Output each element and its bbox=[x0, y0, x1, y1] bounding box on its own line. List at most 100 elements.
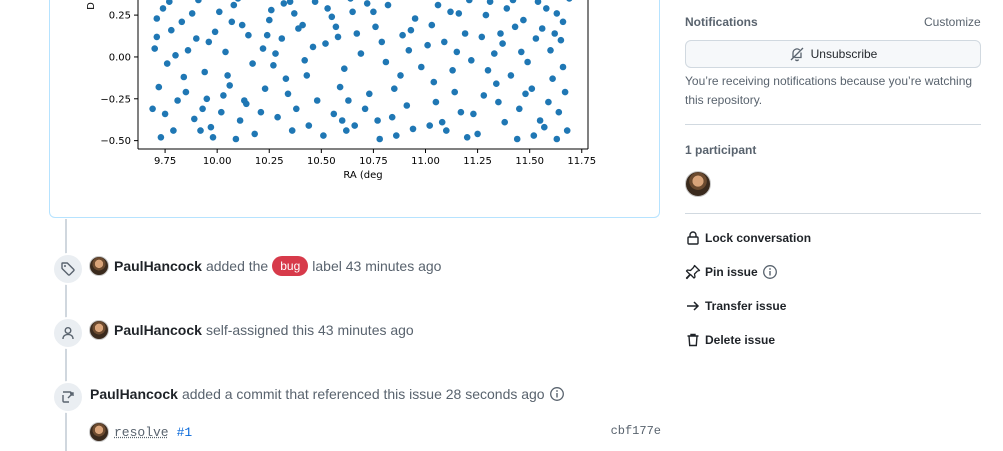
delete-issue-button[interactable]: Delete issue bbox=[685, 332, 775, 348]
avatar[interactable] bbox=[89, 320, 109, 340]
customize-link[interactable]: Customize bbox=[924, 15, 981, 29]
data-point bbox=[545, 98, 552, 106]
data-point bbox=[511, 23, 519, 31]
data-point bbox=[338, 117, 346, 124]
data-point bbox=[474, 130, 481, 138]
commit-sha[interactable]: cbf177e bbox=[611, 424, 661, 438]
event-author[interactable]: PaulHancock bbox=[114, 258, 202, 274]
lock-conversation-button[interactable]: Lock conversation bbox=[685, 230, 811, 246]
data-point bbox=[559, 18, 567, 26]
data-point bbox=[501, 118, 509, 126]
data-point bbox=[566, 0, 573, 2]
data-point bbox=[193, 35, 200, 42]
data-point bbox=[528, 85, 536, 92]
data-point bbox=[345, 97, 352, 104]
data-point bbox=[155, 83, 163, 91]
data-point bbox=[484, 67, 492, 74]
data-point bbox=[172, 52, 179, 59]
transfer-issue-button[interactable]: Transfer issue bbox=[685, 298, 786, 314]
data-point bbox=[174, 97, 181, 104]
x-tick-label: 11.50 bbox=[515, 156, 544, 167]
data-point bbox=[245, 31, 252, 39]
data-point bbox=[357, 50, 365, 57]
data-point bbox=[403, 102, 411, 109]
data-point bbox=[203, 95, 211, 103]
data-point bbox=[195, 0, 202, 4]
data-point bbox=[407, 26, 415, 34]
event-author[interactable]: PaulHancock bbox=[114, 322, 202, 338]
data-point bbox=[220, 92, 227, 99]
scatter-chart: 9.75 10.00 10.25 10.50 10.75 11.00 11.25 11.50 1… bbox=[86, 0, 596, 181]
data-point bbox=[428, 21, 436, 29]
data-point bbox=[341, 65, 348, 72]
data-point bbox=[149, 105, 156, 113]
data-point bbox=[224, 72, 231, 79]
pin-issue-button[interactable]: Pin issue bbox=[685, 264, 778, 280]
data-point bbox=[551, 30, 558, 37]
data-point bbox=[522, 90, 529, 98]
arrow-right-icon bbox=[685, 298, 701, 314]
data-point bbox=[418, 63, 425, 71]
avatar[interactable] bbox=[89, 256, 109, 276]
participant-avatar[interactable] bbox=[685, 171, 711, 197]
pin-label: Pin issue bbox=[705, 265, 758, 279]
data-point bbox=[549, 75, 556, 82]
issue-reference-link[interactable]: #1 bbox=[177, 425, 193, 440]
data-point bbox=[235, 0, 241, 2]
data-point bbox=[311, 0, 319, 5]
data-point bbox=[547, 47, 554, 54]
notification-reason: You’re receiving notifications because y… bbox=[685, 74, 973, 107]
avatar[interactable] bbox=[89, 422, 109, 442]
data-point bbox=[559, 63, 567, 71]
commit-message[interactable]: resolve bbox=[114, 425, 169, 440]
y-tick-label: −0.25 bbox=[100, 94, 131, 105]
data-point bbox=[493, 80, 500, 87]
data-point bbox=[322, 40, 329, 47]
data-point bbox=[309, 43, 317, 51]
data-point bbox=[563, 127, 571, 134]
data-point bbox=[266, 16, 273, 24]
data-point bbox=[555, 108, 563, 116]
data-point bbox=[351, 122, 359, 129]
unsubscribe-button[interactable]: Unsubscribe bbox=[685, 40, 981, 68]
data-point bbox=[178, 18, 186, 26]
data-point bbox=[328, 13, 336, 21]
data-point bbox=[261, 85, 269, 92]
event-text-time: label 43 minutes ago bbox=[312, 258, 442, 274]
info-icon[interactable] bbox=[762, 264, 778, 280]
data-point bbox=[320, 132, 327, 139]
data-point bbox=[553, 135, 561, 143]
event-author[interactable]: PaulHancock bbox=[90, 386, 178, 402]
bell-slash-icon bbox=[790, 47, 804, 62]
data-point bbox=[353, 30, 361, 37]
data-point bbox=[393, 132, 400, 139]
x-tick-label: 11.25 bbox=[463, 156, 492, 167]
data-point bbox=[382, 58, 390, 66]
data-point bbox=[405, 47, 413, 54]
data-point bbox=[207, 123, 215, 131]
data-point bbox=[513, 135, 521, 143]
event-text: self-assigned this 43 minutes ago bbox=[205, 322, 414, 338]
data-point bbox=[468, 57, 475, 64]
info-icon[interactable] bbox=[549, 386, 565, 402]
data-point bbox=[530, 132, 538, 139]
data-point bbox=[538, 25, 546, 32]
bug-label[interactable]: bug bbox=[272, 256, 309, 276]
delete-label: Delete issue bbox=[705, 333, 776, 347]
data-point bbox=[191, 115, 198, 123]
data-point bbox=[536, 117, 544, 124]
data-point bbox=[274, 113, 281, 121]
data-point bbox=[399, 31, 406, 39]
data-point bbox=[438, 118, 446, 126]
timeline-event-labeled: PaulHancock added the bug label 43 minut… bbox=[89, 255, 441, 277]
data-point bbox=[238, 21, 246, 29]
data-point bbox=[366, 90, 373, 98]
data-point bbox=[532, 35, 540, 42]
data-point bbox=[482, 11, 490, 19]
divider bbox=[685, 213, 981, 214]
data-point bbox=[182, 88, 190, 96]
data-point bbox=[282, 75, 290, 82]
data-point bbox=[228, 18, 236, 26]
data-point bbox=[451, 88, 459, 96]
pin-icon bbox=[685, 264, 701, 280]
